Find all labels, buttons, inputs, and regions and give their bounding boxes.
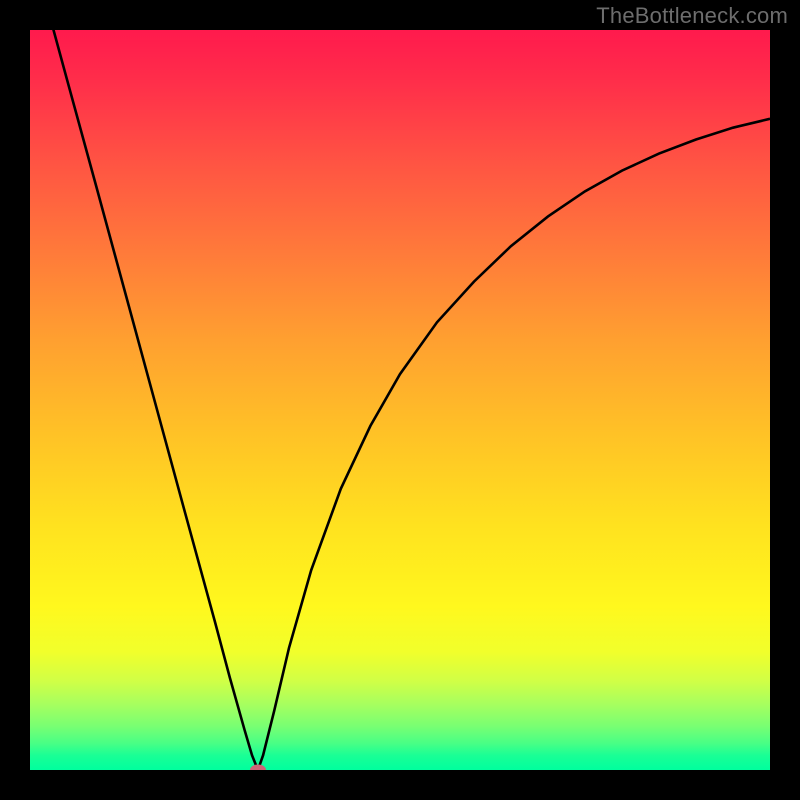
bottleneck-curve (30, 30, 770, 770)
watermark-label: TheBottleneck.com (596, 3, 788, 29)
minimum-marker (250, 765, 266, 771)
chart-frame: TheBottleneck.com (0, 0, 800, 800)
plot-area (30, 30, 770, 770)
curve-line (37, 30, 770, 770)
